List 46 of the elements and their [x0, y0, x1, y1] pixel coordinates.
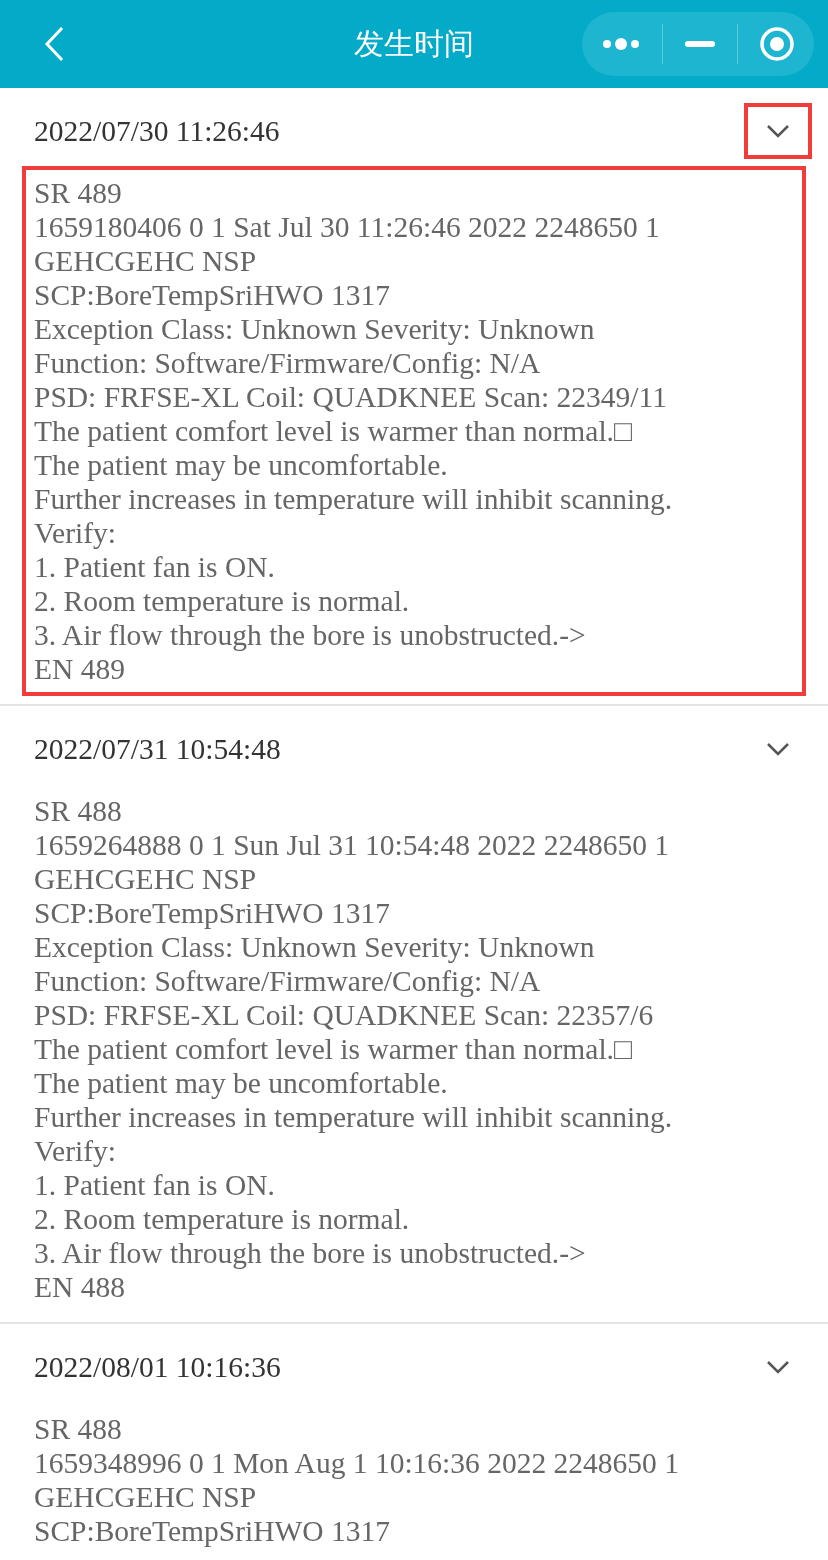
detail-line: Further increases in temperature will inhibit scanning. [34, 482, 674, 516]
detail-line: Verify: [34, 516, 117, 550]
detail-line: Further increases in temperature will inhibit scanning. [34, 1100, 674, 1134]
detail-line: The patient comfort level is warmer than normal.□ [34, 1032, 633, 1066]
detail-line: Exception Class: Unknown Severity: Unknown [34, 930, 596, 964]
detail-line: 1. Patient fan is ON. [34, 1168, 276, 1202]
detail-line: EN 488 [34, 1270, 126, 1304]
detail-line: SR 488 [34, 794, 123, 828]
chevron-icon [766, 124, 790, 138]
detail-line: GEHCGEHC NSP [34, 244, 258, 278]
detail-line: 1659264888 0 1 Sun Jul 31 10:54:48 2022 2248650 1 [34, 828, 671, 862]
detail-line: SR 489 [34, 176, 123, 210]
detail-line: SCP:BoreTempSriHWO 1317 [34, 896, 392, 930]
detail-line: Function: Software/Firmware/Config: N/A [34, 346, 542, 380]
detail-line: GEHCGEHC NSP [34, 862, 258, 896]
detail-line: SCP:BoreTempSriHWO 1317 [34, 1514, 392, 1548]
detail-line: PSD: FRFSE-XL Coil: QUADKNEE Scan: 22349/11 [34, 380, 668, 414]
chevron-icon [766, 742, 790, 756]
detail-line: SR 488 [34, 1412, 123, 1446]
detail-line: PSD: FRFSE-XL Coil: QUADKNEE Scan: 22357/6 [34, 998, 655, 1032]
detail-line: Function: Software/Firmware/Config: N/A [34, 964, 542, 998]
more-icon[interactable] [600, 37, 641, 51]
detail-line: The patient may be uncomfortable. [34, 1066, 449, 1100]
detail-line: 1659348996 0 1 Mon Aug 1 10:16:36 2022 2248650 1 [34, 1446, 680, 1480]
chevron-icon [766, 1360, 790, 1374]
close-icon[interactable] [759, 26, 796, 62]
detail-line: Verify: [34, 1134, 117, 1168]
expand-button[interactable] [744, 103, 812, 159]
detail-line: Exception Class: Unknown Severity: Unknown [34, 312, 596, 346]
detail-line: 3. Air flow through the bore is unobstructed.-> [34, 1236, 587, 1270]
record-time: 2022/07/31 10:54:48 [34, 732, 281, 766]
detail-line: SCP:BoreTempSriHWO 1317 [34, 278, 392, 312]
detail-line: The patient comfort level is warmer than normal.□ [34, 414, 633, 448]
record-time: 2022/08/01 10:16:36 [34, 1350, 281, 1384]
minimize-icon[interactable] [685, 41, 715, 47]
detail-line: 3. Air flow through the bore is unobstructed.-> [34, 618, 587, 652]
detail-line: The patient may be uncomfortable. [34, 448, 449, 482]
detail-line: 2. Room temperature is normal. [34, 1202, 411, 1236]
detail-line: 1659180406 0 1 Sat Jul 30 11:26:46 2022 2248650 1 [34, 210, 661, 244]
detail-line: 1. Patient fan is ON. [34, 550, 276, 584]
back-icon[interactable] [44, 26, 64, 62]
detail-line: GEHCGEHC NSP [34, 1480, 258, 1514]
page-title: 发生时间 [354, 24, 474, 63]
record-time: 2022/07/30 11:26:46 [34, 114, 280, 148]
detail-line: EN 489 [34, 652, 126, 686]
detail-line: 2. Room temperature is normal. [34, 584, 411, 618]
